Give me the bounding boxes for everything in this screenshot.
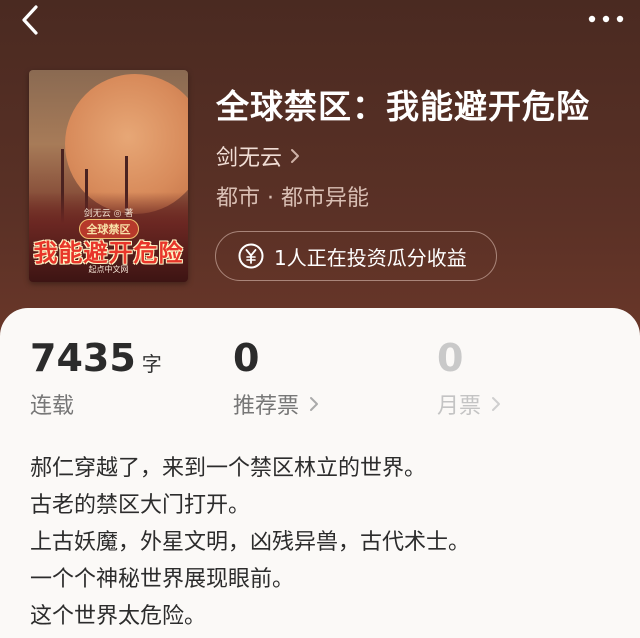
- book-cover[interactable]: 剑无云 ◎ 著 全球禁区 我能避开危险 起点中文网: [29, 70, 188, 282]
- serial-status-label: 连载: [30, 394, 75, 419]
- invest-button[interactable]: 1人正在投资瓜分收益: [215, 231, 497, 281]
- monthly-votes-label: 月票: [437, 388, 501, 420]
- yen-circle-icon: [238, 243, 264, 269]
- author-name: 剑无云: [216, 146, 283, 171]
- book-category[interactable]: 都市 · 都市异能: [216, 180, 369, 212]
- intro-line: 上古妖魔，外星文明，凶残异兽，古代术士。: [30, 530, 471, 555]
- intro-line: 这个世界太危险。: [30, 604, 207, 629]
- cover-publisher: 起点中文网: [88, 265, 129, 274]
- invest-text: 1人正在投资瓜分收益: [274, 245, 467, 270]
- author-link[interactable]: 剑无云: [216, 140, 300, 172]
- intro-line: 郝仁穿越了，来到一个禁区林立的世界。: [30, 456, 427, 481]
- chevron-right-icon: [291, 149, 300, 163]
- intro-line: 一个个神秘世界展现眼前。: [30, 567, 295, 592]
- chevron-left-icon[interactable]: [14, 2, 46, 38]
- intro-line: 古老的禁区大门打开。: [30, 493, 251, 518]
- cover-main-title: 我能避开危险: [33, 239, 184, 267]
- chevron-right-icon: [310, 397, 319, 411]
- more-horizontal-icon[interactable]: [586, 10, 626, 28]
- monthly-votes-value: 0: [437, 336, 464, 380]
- word-count-unit: 字: [141, 352, 162, 376]
- book-info-card: 7435 字 连载 0 推荐票 0 月票 郝仁穿越了，来到一个禁区林立的世界。 古…: [0, 308, 640, 638]
- recommend-votes-label: 推荐票: [233, 388, 319, 420]
- chevron-right-icon: [492, 397, 501, 411]
- book-title: 全球禁区：我能避开危险: [216, 87, 590, 126]
- word-count-value: 7435 字: [30, 336, 162, 380]
- book-introduction[interactable]: 郝仁穿越了，来到一个禁区林立的世界。 古老的禁区大门打开。 上古妖魔，外星文明，…: [30, 450, 620, 635]
- recommend-votes-value: 0: [233, 336, 260, 380]
